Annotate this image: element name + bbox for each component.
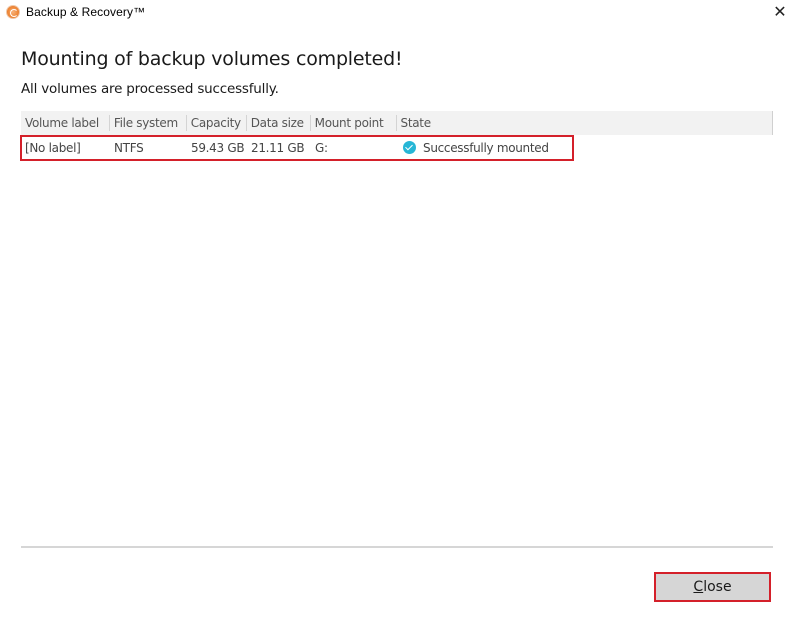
title-bar: Backup & Recovery™ ✕ bbox=[0, 0, 795, 26]
column-header-data-size[interactable]: Data size bbox=[247, 115, 311, 131]
close-button[interactable]: Close bbox=[654, 572, 771, 602]
column-header-state[interactable]: State bbox=[397, 115, 772, 131]
dialog-subheading: All volumes are processed successfully. bbox=[21, 81, 279, 97]
cell-mount-point: G: bbox=[315, 140, 328, 155]
state-text: Successfully mounted bbox=[423, 140, 549, 155]
cell-data-size: 21.11 GB bbox=[251, 140, 305, 155]
column-header-file-system[interactable]: File system bbox=[110, 115, 187, 131]
cell-volume-label: [No label] bbox=[25, 140, 81, 155]
close-label: lose bbox=[703, 579, 732, 595]
app-logo-icon bbox=[6, 5, 20, 19]
cell-state: Successfully mounted bbox=[397, 140, 773, 155]
footer-divider bbox=[21, 546, 773, 548]
column-header-capacity[interactable]: Capacity bbox=[187, 115, 247, 131]
window-title: Backup & Recovery™ bbox=[26, 5, 146, 19]
dialog-heading: Mounting of backup volumes completed! bbox=[21, 48, 403, 70]
column-header-volume-label[interactable]: Volume label bbox=[21, 115, 110, 131]
backup-recovery-window: Backup & Recovery™ ✕ Mounting of backup … bbox=[0, 0, 795, 623]
table-row[interactable]: [No label] NTFS 59.43 GB 21.11 GB G: Suc… bbox=[21, 135, 773, 160]
cell-capacity: 59.43 GB bbox=[191, 140, 245, 155]
window-close-icon[interactable]: ✕ bbox=[768, 2, 792, 22]
cell-file-system: NTFS bbox=[114, 140, 144, 155]
column-header-mount-point[interactable]: Mount point bbox=[311, 115, 397, 131]
table-header: Volume label File system Capacity Data s… bbox=[21, 111, 773, 135]
volumes-table: Volume label File system Capacity Data s… bbox=[21, 111, 773, 160]
check-circle-icon bbox=[403, 140, 416, 154]
close-mnemonic: C bbox=[693, 579, 704, 595]
